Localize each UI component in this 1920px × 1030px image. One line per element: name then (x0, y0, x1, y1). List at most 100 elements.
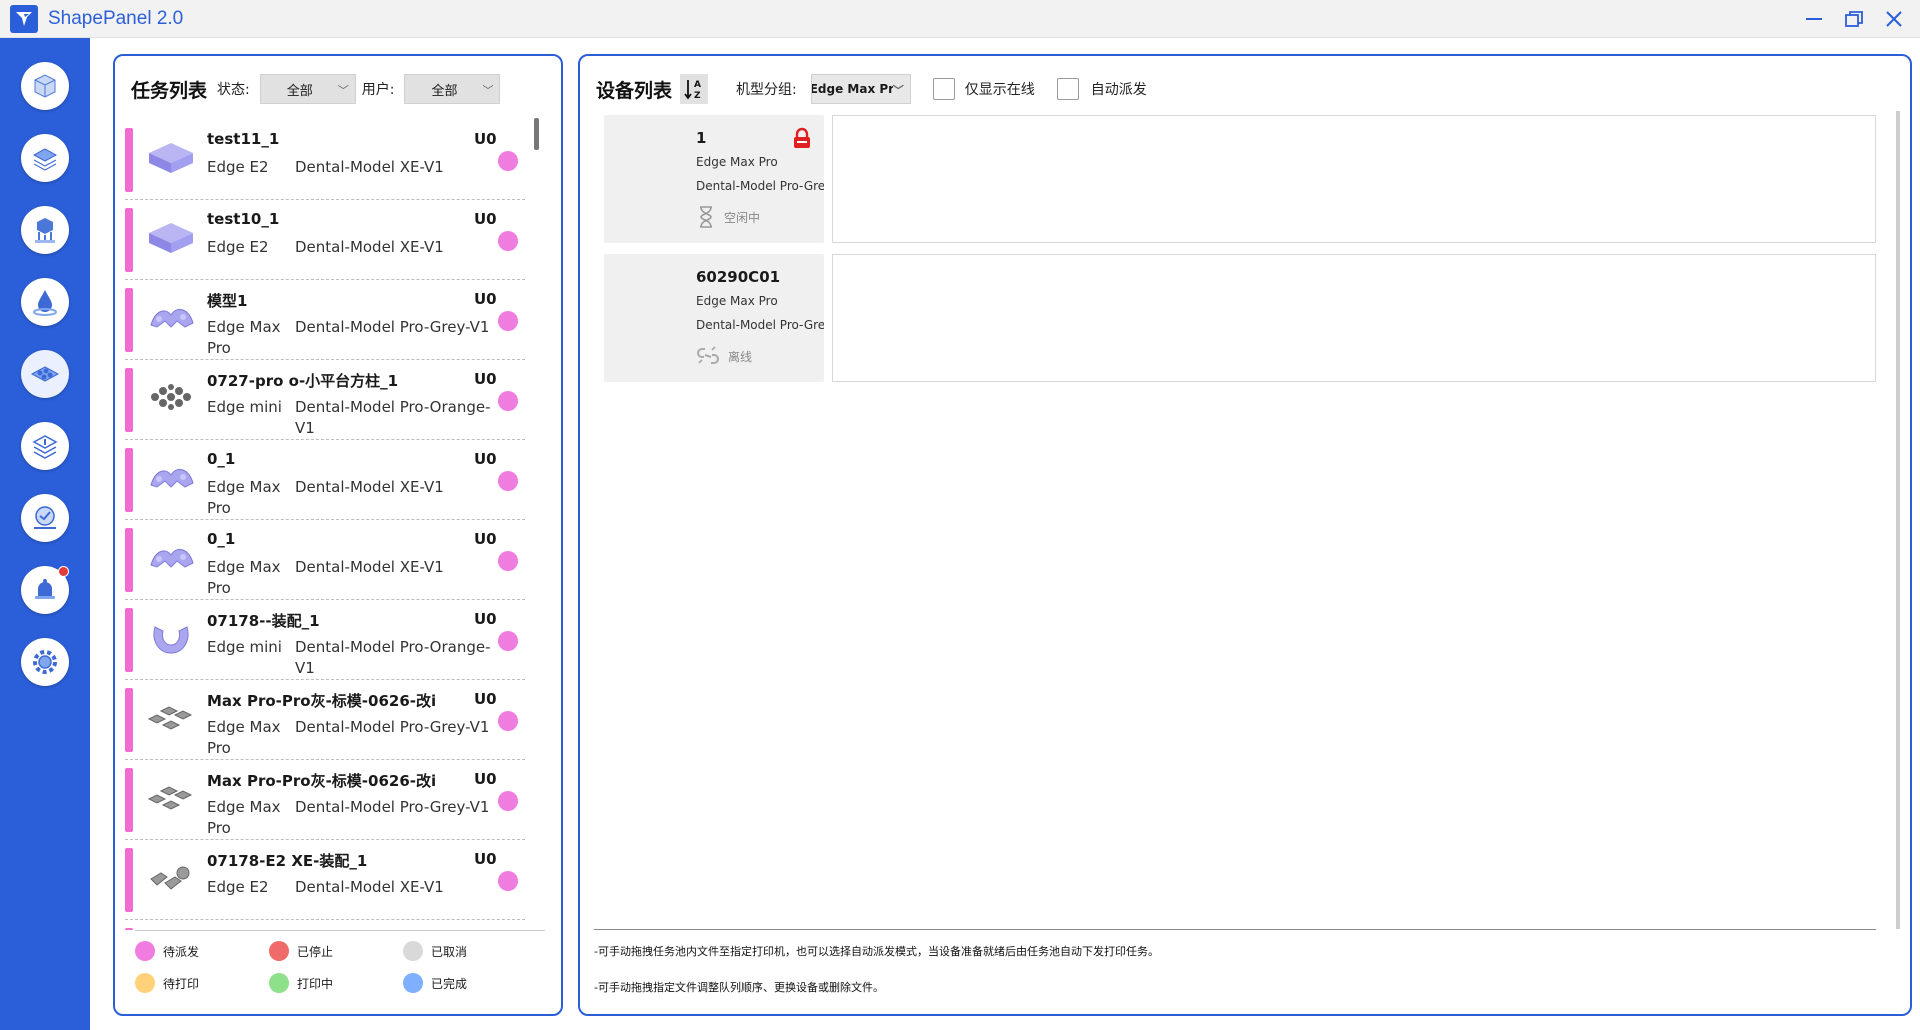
task-user: U0 (474, 850, 497, 868)
sidebar-item-settings[interactable] (21, 638, 69, 686)
task-material: Dental-Model XE-V1 (295, 238, 444, 256)
legend-item: 已完成 (403, 973, 537, 993)
task-status-dot (498, 231, 518, 251)
task-user: U0 (474, 370, 497, 388)
task-material: Dental-Model XE-V1 (295, 158, 444, 176)
support-structure-icon (35, 218, 55, 243)
device-status: 空闲中 (696, 205, 760, 229)
lock-icon[interactable] (792, 127, 812, 153)
task-item[interactable]: 模型1 U0 Edge Max Pro Dental-Model Pro-Grey-V… (125, 280, 525, 360)
device-queue-area[interactable] (832, 115, 1876, 243)
divider (594, 929, 1876, 930)
task-printer: Edge E2 (207, 238, 269, 256)
task-printer: Edge mini (207, 398, 282, 416)
task-item[interactable]: Max Pro-Pro灰-标模-0626-改i U0 Edge Max Pro Den… (125, 760, 525, 840)
task-list-scrollbar[interactable] (534, 118, 539, 150)
legend-color-dot (403, 941, 423, 961)
status-filter-select[interactable]: 全部 ﹀ (259, 74, 356, 104)
restore-button[interactable] (1836, 4, 1872, 34)
legend-item: 待派发 (135, 941, 269, 961)
task-item[interactable]: 07178--装配_1 U0 Edge mini Dental-Model Pro-O… (125, 600, 525, 680)
sidebar-item-slice[interactable] (21, 422, 69, 470)
task-panel-title: 任务列表 (131, 79, 208, 102)
monitor-icon (34, 506, 56, 529)
sidebar-item-layers[interactable] (21, 134, 69, 182)
task-name: Max Pro-Pro灰-标模-0626-改i (207, 772, 437, 790)
task-printer: Edge Max Pro (207, 718, 281, 757)
status-stripe (125, 128, 133, 192)
status-stripe (125, 208, 133, 272)
device-panel: 设备列表 AZ 机型分组: Edge Max Pro ﹀ 仅显示在线 自动派发 … (578, 54, 1912, 1016)
close-icon (1886, 11, 1902, 27)
task-item[interactable]: 07178-E2 XE-装配_1 U0 Edge E2 Dental-Model XE… (125, 840, 525, 920)
notification-badge (58, 566, 69, 577)
task-name: test11_1 (207, 130, 280, 148)
model-box-icon (34, 74, 56, 98)
sidebar-item-monitor[interactable] (21, 494, 69, 542)
chevron-down-icon: ﹀ (482, 84, 494, 97)
hourglass-icon (700, 206, 712, 228)
task-item[interactable]: 0727-pro o-小平台方柱_1 U0 Edge mini Dental-Mode… (125, 360, 525, 440)
model-group-value: Edge Max Pro (810, 82, 903, 96)
device-model: Edge Max Pro (696, 294, 778, 308)
task-user: U0 (474, 530, 497, 548)
model-thumbnail-icon (143, 454, 199, 500)
app-logo-icon (10, 4, 38, 33)
task-material: Dental-Model Pro-Grey-V1 (295, 718, 490, 736)
legend-label: 已取消 (431, 944, 468, 959)
sidebar-item-resin[interactable] (21, 278, 69, 326)
device-card[interactable]: 1 Edge Max Pro Dental-Model Pro-Grey-V1 … (604, 115, 824, 243)
task-list: test11_1 U0 Edge E2 Dental-Model XE-V1 test1… (125, 120, 525, 930)
legend-color-dot (135, 973, 155, 993)
task-status-dot (498, 631, 518, 651)
device-card[interactable]: 60290C01 Edge Max Pro Dental-Model Pro-G… (604, 254, 824, 382)
minimize-button[interactable] (1796, 4, 1832, 34)
online-only-checkbox[interactable] (932, 78, 955, 100)
legend-label: 待打印 (163, 976, 200, 991)
task-printer: Edge Max Pro (207, 318, 281, 357)
model-thumbnail-icon (143, 774, 199, 820)
auto-dispatch-checkbox[interactable] (1056, 78, 1079, 100)
status-stripe (125, 688, 133, 752)
user-filter-select[interactable]: 全部 ﹀ (404, 74, 501, 104)
close-button[interactable] (1876, 4, 1912, 34)
task-printer: Edge E2 (207, 878, 269, 896)
status-stripe (125, 448, 133, 512)
legend-color-dot (269, 941, 289, 961)
task-status-dot (498, 791, 518, 811)
sidebar-item-support[interactable] (21, 206, 69, 254)
device-list-scrollbar[interactable] (1896, 111, 1900, 929)
slice-layers-icon (32, 435, 58, 459)
status-stripe (125, 288, 133, 352)
task-printer: Edge mini (207, 638, 282, 656)
sidebar-item-task-pool[interactable] (21, 350, 69, 398)
notification-bell-icon (35, 579, 55, 599)
task-item[interactable] (125, 920, 525, 930)
task-item[interactable]: Max Pro-Pro灰-标模-0626-改i U0 Edge Max Pro Den… (125, 680, 525, 760)
task-printer: Edge Max Pro (207, 798, 281, 837)
settings-gear-icon (33, 650, 57, 674)
task-material: Dental-Model Pro-Orange-V1 (295, 638, 491, 677)
task-name: 07178-E2 XE-装配_1 (207, 852, 368, 870)
task-name: test10_1 (207, 210, 280, 228)
sidebar-item-model[interactable] (21, 62, 69, 110)
task-item[interactable]: test10_1 U0 Edge E2 Dental-Model XE-V1 (125, 200, 525, 280)
task-item[interactable]: 0_1 U0 Edge Max Pro Dental-Model XE-V1 (125, 440, 525, 520)
device-material: Dental-Model Pro-Grey-V1 (696, 318, 824, 332)
task-status-dot (498, 551, 518, 571)
task-item[interactable]: 0_1 U0 Edge Max Pro Dental-Model XE-V1 (125, 520, 525, 600)
task-name: 07178--装配_1 (207, 612, 320, 630)
task-printer: Edge Max Pro (207, 558, 281, 597)
sort-button[interactable]: AZ (680, 74, 709, 104)
sidebar-item-notifications[interactable] (21, 566, 69, 614)
model-group-select[interactable]: Edge Max Pro ﹀ (810, 74, 911, 104)
legend-label: 打印中 (297, 976, 334, 991)
device-queue-area[interactable] (832, 254, 1876, 382)
task-user: U0 (474, 130, 497, 148)
status-stripe (125, 928, 133, 930)
legend-label: 待派发 (163, 944, 200, 959)
task-material: Dental-Model XE-V1 (295, 878, 444, 896)
task-item[interactable]: test11_1 U0 Edge E2 Dental-Model XE-V1 (125, 120, 525, 200)
user-filter-value: 全部 (431, 83, 458, 99)
task-name: 0_1 (207, 530, 236, 548)
